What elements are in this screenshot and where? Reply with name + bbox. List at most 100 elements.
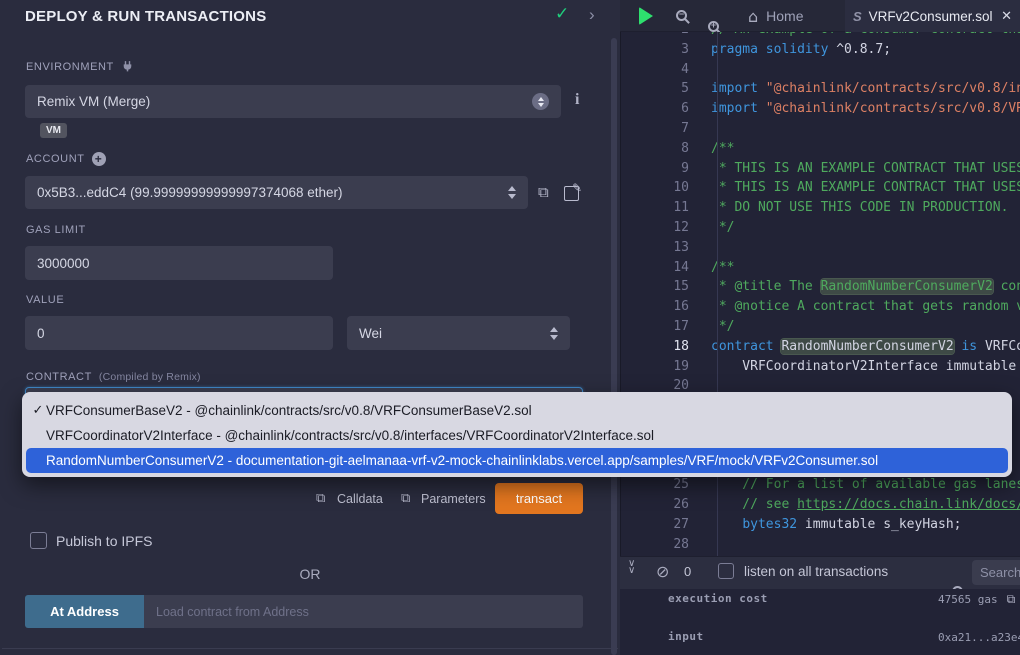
code-line: 16 * @notice A contract that gets random… — [621, 297, 1020, 317]
code-line: 7 — [621, 119, 1020, 139]
copy-calldata-icon[interactable]: ⧉ — [316, 491, 325, 506]
code-text: */ — [703, 317, 734, 337]
line-number: 16 — [621, 297, 703, 317]
terminal-row-label: execution cost — [668, 592, 768, 605]
select-stepper-icon[interactable] — [550, 327, 558, 340]
at-address-input[interactable]: Load contract from Address — [144, 595, 583, 628]
line-number: 17 — [621, 317, 703, 337]
zoom-in-icon[interactable]: + — [708, 21, 719, 32]
terminal-search-input[interactable]: Search — [972, 560, 1020, 585]
line-number: 27 — [621, 515, 703, 535]
clear-console-icon[interactable]: ⊘ — [656, 562, 669, 581]
contract-option[interactable]: RandomNumberConsumerV2 - documentation-g… — [26, 448, 1008, 473]
gas-limit-input[interactable]: 3000000 — [25, 246, 333, 280]
tab-home[interactable]: ⌂ Home — [738, 0, 814, 32]
run-script-play-icon[interactable] — [639, 7, 653, 25]
code-text: * @notice A contract that gets random va — [703, 297, 1020, 317]
terminal-row-value: 47565 gas⧉ — [938, 592, 1015, 607]
terminal-output[interactable]: execution cost 47565 gas⧉ input0xa21...a23… — [620, 589, 1020, 655]
code-line: 12 */ — [621, 218, 1020, 238]
account-select[interactable]: 0x5B3...eddC4 (99.99999999999997374068 e… — [25, 176, 528, 209]
select-stepper-icon[interactable] — [532, 93, 549, 110]
code-text — [703, 238, 711, 258]
gutter-divider — [717, 32, 718, 556]
code-text: /** — [703, 258, 734, 278]
code-line: 13 — [621, 238, 1020, 258]
value-label: VALUE — [26, 294, 64, 306]
code-line: 19 VRFCoordinatorV2Interface immutable C — [621, 357, 1020, 377]
code-text: * THIS IS AN EXAMPLE CONTRACT THAT USES — [703, 159, 1020, 179]
code-text: * THIS IS AN EXAMPLE CONTRACT THAT USES — [703, 178, 1020, 198]
environment-info-icon[interactable]: i — [575, 91, 579, 109]
code-text: // An example of a consumer contract tha… — [703, 32, 1020, 40]
code-line: 28 — [621, 535, 1020, 555]
terminal-row-value: 0xa21...a23e4⧉ — [938, 630, 1020, 645]
code-text — [703, 119, 711, 139]
code-line: 4 — [621, 60, 1020, 80]
add-account-icon[interactable]: + — [92, 152, 106, 166]
line-number: 8 — [621, 139, 703, 159]
contract-label: CONTRACT (Compiled by Remix) — [26, 371, 201, 383]
line-number: 26 — [621, 495, 703, 515]
code-text — [703, 60, 711, 80]
code-line: 11 * DO NOT USE THIS CODE IN PRODUCTION. — [621, 198, 1020, 218]
contract-option[interactable]: VRFCoordinatorV2Interface - @chainlink/c… — [22, 423, 1012, 448]
at-address-placeholder: Load contract from Address — [156, 605, 309, 619]
close-tab-icon[interactable]: ✕ — [1001, 9, 1012, 24]
code-line: 5import "@chainlink/contracts/src/v0.8/i… — [621, 79, 1020, 99]
line-number: 28 — [621, 535, 703, 555]
line-number: 9 — [621, 159, 703, 179]
code-line: 25 // For a list of available gas lanes … — [621, 475, 1020, 495]
code-text: * DO NOT USE THIS CODE IN PRODUCTION. — [703, 198, 1008, 218]
panel-pin-chevron-icon[interactable]: › — [589, 5, 595, 25]
code-text: /** — [703, 139, 734, 159]
edit-account-icon[interactable]: ✎ — [564, 186, 579, 201]
or-separator: OR — [0, 566, 620, 582]
line-number: 7 — [621, 119, 703, 139]
code-text: // For a list of available gas lanes o — [703, 475, 1020, 495]
tab-vrfv2consumer[interactable]: S VRFv2Consumer.sol ✕ — [845, 0, 1020, 32]
panel-title: DEPLOY & RUN TRANSACTIONS — [25, 8, 266, 25]
publish-ipfs-checkbox[interactable] — [30, 532, 47, 549]
compile-success-check-icon: ✓ — [555, 4, 569, 24]
environment-select[interactable]: Remix VM (Merge) — [25, 85, 561, 118]
calldata-button[interactable]: Calldata — [337, 492, 383, 506]
copy-value-icon[interactable]: ⧉ — [1007, 592, 1016, 607]
code-line: 9 * THIS IS AN EXAMPLE CONTRACT THAT USE… — [621, 159, 1020, 179]
value-input[interactable]: 0 — [25, 316, 333, 350]
transact-button[interactable]: transact — [495, 483, 583, 514]
copy-account-icon[interactable]: ⧉ — [538, 183, 549, 201]
panel-scrollbar[interactable] — [611, 38, 617, 655]
select-stepper-icon[interactable] — [508, 186, 516, 199]
line-number: 5 — [621, 79, 703, 99]
copy-parameters-icon[interactable]: ⧉ — [401, 491, 410, 506]
transaction-count: 0 — [684, 564, 691, 579]
code-editor[interactable]: 2// An example of a consumer contract th… — [621, 32, 1020, 556]
terminal-collapse-icon[interactable]: ∨∨ — [628, 560, 635, 574]
at-address-button[interactable]: At Address — [25, 595, 144, 628]
value-unit-select[interactable]: Wei — [347, 316, 570, 350]
code-line: 15 * @title The RandomNumberConsumerV2 c… — [621, 277, 1020, 297]
environment-label: ENVIRONMENT — [26, 60, 134, 73]
code-line: 6import "@chainlink/contracts/src/v0.8/V… — [621, 99, 1020, 119]
code-line: 3pragma solidity ^0.8.7; — [621, 40, 1020, 60]
line-number: 14 — [621, 258, 703, 278]
parameters-button[interactable]: Parameters — [421, 492, 486, 506]
line-number: 3 — [621, 40, 703, 60]
contract-option-label: RandomNumberConsumerV2 - documentation-g… — [46, 453, 878, 468]
code-text: */ — [703, 218, 734, 238]
contract-option[interactable]: ✓VRFConsumerBaseV2 - @chainlink/contract… — [22, 398, 1012, 423]
code-text: * @title The RandomNumberConsumerV2 cont… — [703, 277, 1020, 297]
code-line: 26 // see https://docs.chain.link/docs/v… — [621, 495, 1020, 515]
line-number: 12 — [621, 218, 703, 238]
code-text: bytes32 immutable s_keyHash; — [703, 515, 961, 535]
line-number: 2 — [621, 32, 703, 40]
contract-option-label: VRFConsumerBaseV2 - @chainlink/contracts… — [46, 403, 532, 418]
terminal-row: input0xa21...a23e4⧉ — [620, 630, 1020, 644]
solidity-file-icon: S — [853, 9, 862, 24]
section-divider — [2, 648, 618, 649]
listen-all-transactions-checkbox[interactable] — [718, 563, 734, 579]
code-line: 18contract RandomNumberConsumerV2 is VRF… — [621, 337, 1020, 357]
zoom-out-icon[interactable]: − — [676, 10, 687, 21]
code-text: // see https://docs.chain.link/docs/vrf — [703, 495, 1020, 515]
